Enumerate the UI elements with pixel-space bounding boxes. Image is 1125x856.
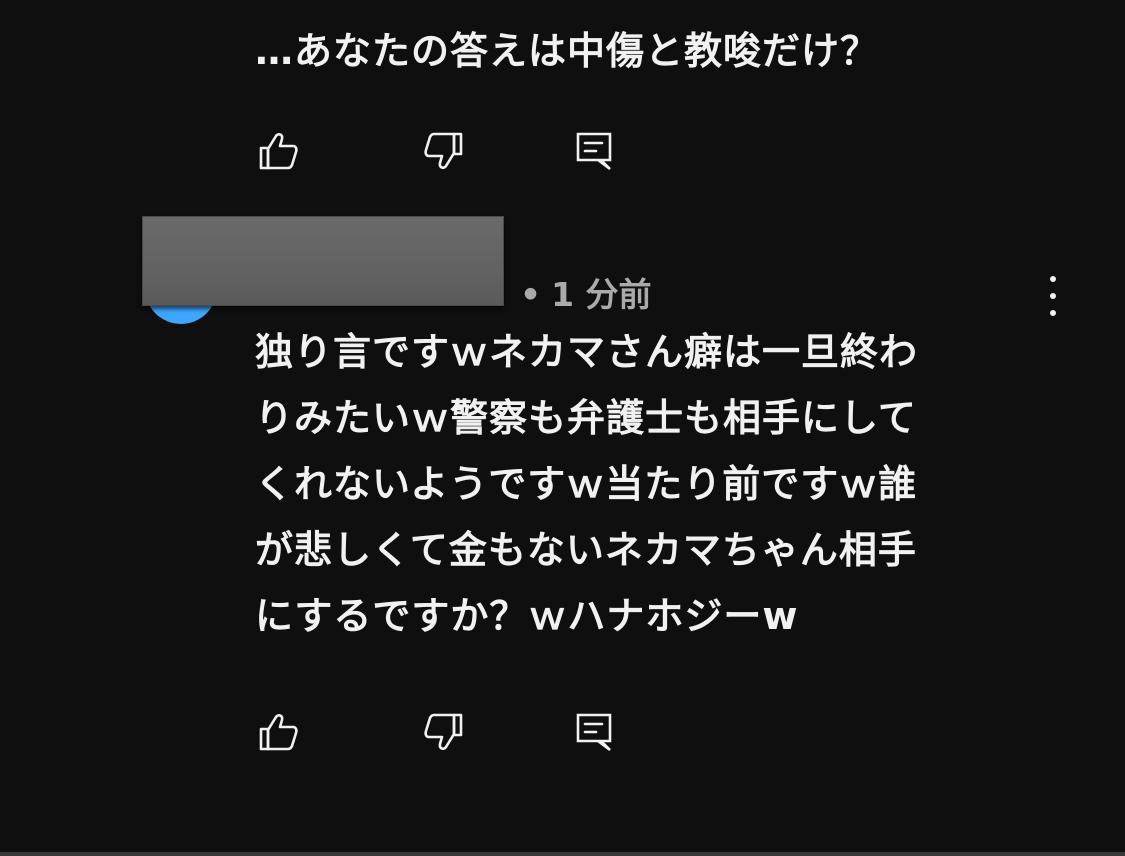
comments-section: …あなたの答えは中傷と教唆だけ？ • 1 分前 独り言ですｗネカマさん癖は一旦終… bbox=[0, 0, 1125, 856]
like-button[interactable] bbox=[255, 709, 301, 755]
previous-comment-text: …あなたの答えは中傷と教唆だけ？ bbox=[255, 29, 880, 73]
comment-timestamp[interactable]: 1 分前 bbox=[551, 275, 651, 314]
thumbs-up-icon bbox=[259, 133, 298, 170]
comment-reply-icon bbox=[576, 132, 612, 171]
dislike-button[interactable] bbox=[421, 128, 467, 174]
reply-button[interactable] bbox=[571, 709, 617, 755]
comment-meta: • 1 分前 bbox=[520, 268, 652, 316]
thumbs-down-icon bbox=[424, 713, 463, 750]
like-button[interactable] bbox=[255, 128, 301, 174]
comment-reply-icon bbox=[576, 713, 612, 752]
previous-comment-actions bbox=[255, 128, 635, 176]
divider bbox=[0, 852, 1125, 856]
comment-actions bbox=[255, 709, 635, 757]
reply-button[interactable] bbox=[571, 128, 617, 174]
comment-text: 独り言ですｗネカマさん癖は一旦終わ りみたいｗ警察も弁護士も相手にして くれない… bbox=[255, 330, 919, 638]
dislike-button[interactable] bbox=[421, 709, 467, 755]
thumbs-up-icon bbox=[259, 714, 298, 751]
meta-separator: • bbox=[520, 275, 542, 314]
more-vert-icon[interactable] bbox=[1040, 276, 1066, 316]
author-name-redaction bbox=[142, 216, 504, 306]
thumbs-down-icon bbox=[424, 132, 463, 169]
